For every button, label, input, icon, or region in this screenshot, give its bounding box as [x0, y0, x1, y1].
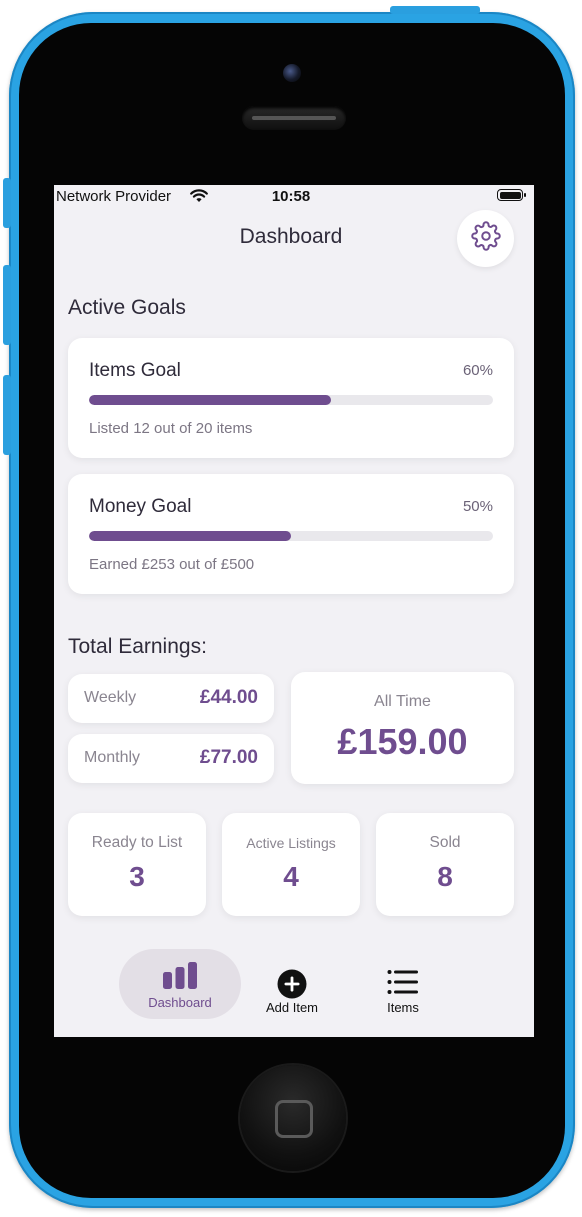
stat-value: 3	[129, 861, 145, 892]
stat-label: Active Listings	[246, 835, 336, 851]
tab-add-item[interactable]: Add Item	[231, 949, 353, 1019]
weekly-earnings-card: Weekly £44.00	[68, 674, 274, 723]
goal-progress-bar	[89, 531, 493, 541]
monthly-earnings-card: Monthly £77.00	[68, 734, 274, 783]
weekly-value: £44.00	[199, 687, 258, 708]
phone-power-button	[390, 6, 480, 14]
settings-button[interactable]	[457, 210, 514, 267]
all-time-earnings-card: All Time £159.00	[291, 672, 514, 784]
bar-chart-icon	[119, 961, 241, 991]
phone-volume-up-button	[3, 265, 11, 345]
app-screen: Network Provider 10:58 Dashboard Active …	[54, 185, 534, 1037]
goal-percent: 60%	[462, 362, 493, 379]
active-goals-title: Active Goals	[68, 296, 186, 319]
monthly-value: £77.00	[199, 747, 258, 768]
money-goal-card[interactable]: Money Goal 50% Earned £253 out of £500	[68, 474, 514, 594]
goal-progress-bar	[89, 395, 493, 405]
monthly-label: Monthly	[84, 749, 141, 766]
active-listings-card[interactable]: Active Listings 4	[222, 813, 360, 916]
stat-label: Sold	[429, 834, 461, 851]
tab-bar: Dashboard Add Item Items	[54, 941, 534, 1037]
items-goal-card[interactable]: Items Goal 60% Listed 12 out of 20 items	[68, 338, 514, 458]
sold-card[interactable]: Sold 8	[376, 813, 514, 916]
tab-label: Items	[387, 1000, 419, 1015]
stat-label: Ready to List	[91, 834, 183, 851]
home-button[interactable]	[240, 1065, 346, 1171]
tab-dashboard[interactable]: Dashboard	[119, 949, 241, 1019]
goal-description: Earned £253 out of £500	[89, 556, 255, 573]
gear-icon	[470, 221, 501, 256]
goal-name: Money Goal	[89, 496, 192, 517]
goal-progress-fill	[89, 531, 291, 541]
tab-items[interactable]: Items	[342, 949, 464, 1019]
phone-mute-switch	[3, 178, 11, 228]
goal-percent: 50%	[462, 498, 493, 515]
goal-description: Listed 12 out of 20 items	[89, 420, 253, 437]
weekly-label: Weekly	[84, 689, 137, 706]
speaker-grille	[242, 106, 346, 130]
battery-icon	[497, 189, 526, 201]
goal-name: Items Goal	[89, 360, 181, 381]
goal-progress-fill	[89, 395, 332, 405]
tab-label: Add Item	[265, 1000, 319, 1015]
all-time-value: £159.00	[337, 721, 468, 762]
stat-value: 4	[283, 861, 299, 892]
status-bar: Network Provider 10:58	[54, 185, 534, 207]
status-time: 10:58	[271, 188, 311, 205]
ready-to-list-card[interactable]: Ready to List 3	[68, 813, 206, 916]
stat-value: 8	[437, 861, 453, 892]
list-icon	[342, 969, 464, 995]
tab-label: Dashboard	[148, 995, 212, 1010]
camera-icon	[283, 64, 301, 82]
add-circle-icon	[231, 969, 353, 999]
phone-volume-down-button	[3, 375, 11, 455]
all-time-label: All Time	[374, 693, 431, 710]
total-earnings-title: Total Earnings:	[68, 635, 207, 658]
